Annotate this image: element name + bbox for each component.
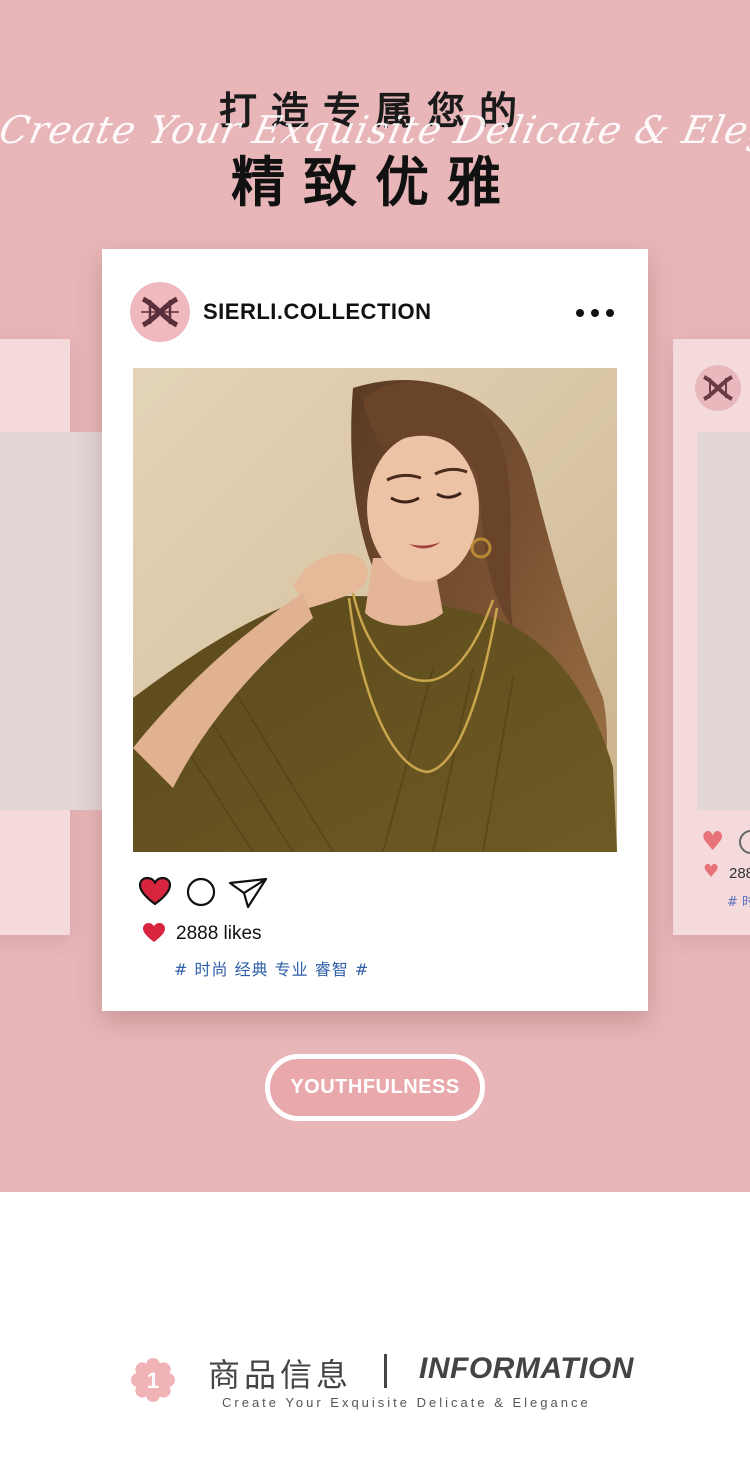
comment-icon[interactable] <box>739 830 750 854</box>
hero-title-main: 精致优雅 <box>231 151 519 214</box>
model-photo-illustration <box>133 368 617 852</box>
share-icon[interactable] <box>228 877 268 909</box>
post-photo[interactable] <box>133 368 617 852</box>
section-title-en: INFORMATION <box>419 1352 634 1385</box>
brand-logo-icon <box>703 375 733 401</box>
section-subtitle: Create Your Exquisite Delicate & Eleganc… <box>222 1395 591 1410</box>
section-number: 1 <box>147 1368 159 1393</box>
side-card-likes: 288 <box>729 865 750 882</box>
more-dots-icon[interactable] <box>576 307 614 319</box>
brand-logo-icon <box>141 296 179 328</box>
flower-number-badge-icon: 1 <box>131 1358 175 1402</box>
page: 打造专属您的 Create Your Exquisite Delicate & … <box>0 0 750 1461</box>
likes-count: 2888 likes <box>176 923 262 944</box>
side-card-left[interactable] <box>0 339 143 935</box>
avatar[interactable] <box>130 282 190 342</box>
post-username[interactable]: SIERLI.COLLECTION <box>203 299 432 325</box>
post-hashtags[interactable]: # 时尚 经典 专业 睿智 # <box>174 956 369 980</box>
youthfulness-button[interactable]: YOUTHFULNESS <box>265 1054 485 1121</box>
side-card-image-placeholder <box>697 432 750 810</box>
side-card-tags[interactable]: # 时 <box>727 891 750 910</box>
likes-heart-icon <box>143 923 165 942</box>
post-card: SIERLI.COLLECTION 2888 likes # 时尚 经典 专业 … <box>102 249 648 1011</box>
comment-icon[interactable] <box>186 877 216 907</box>
side-card-right[interactable]: ♥ ♥ 288 # 时 <box>673 339 750 935</box>
section-title-cn: 商品信息 <box>208 1356 353 1394</box>
section-divider <box>384 1354 387 1388</box>
likes-heart-icon: ♥ <box>703 861 720 882</box>
hero-banner: 打造专属您的 Create Your Exquisite Delicate & … <box>0 0 750 1192</box>
heart-icon[interactable] <box>138 876 172 906</box>
side-card-avatar <box>695 365 741 411</box>
heart-icon[interactable]: ♥ <box>701 829 724 855</box>
